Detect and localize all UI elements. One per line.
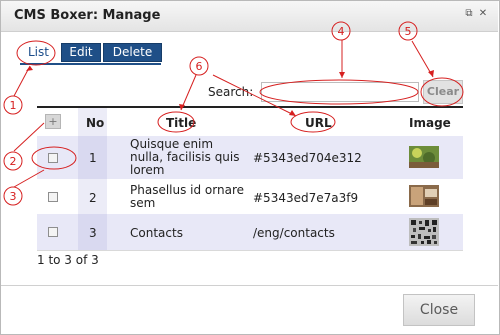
- annotation-label: 2: [10, 155, 17, 168]
- annotation-label: 6: [196, 60, 203, 73]
- annotation-label: 1: [10, 99, 17, 112]
- annotation-label: 3: [10, 190, 17, 203]
- annotation-overlay: 1 2 3 4 5 6: [3, 21, 464, 206]
- annotation-label: 5: [405, 25, 412, 38]
- annotation-label: 4: [338, 25, 345, 38]
